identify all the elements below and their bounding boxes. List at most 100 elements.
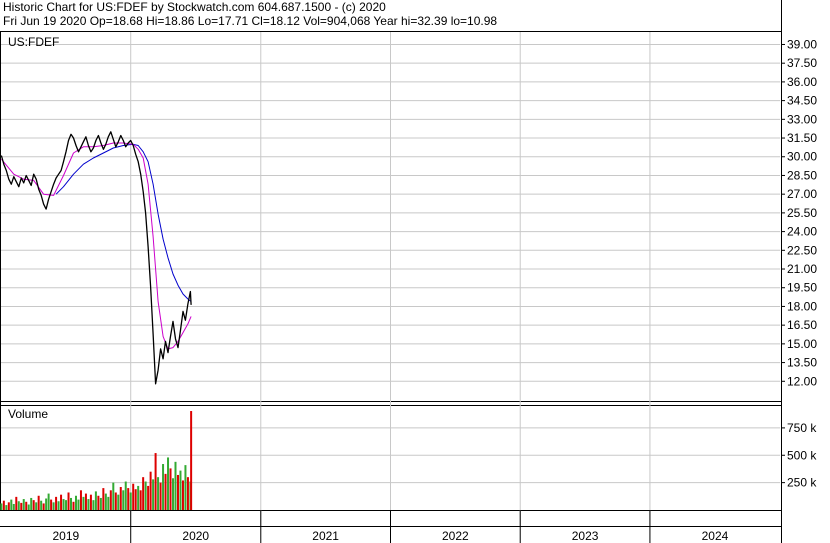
volume-bar bbox=[190, 411, 193, 510]
year-label: 2020 bbox=[182, 529, 209, 543]
volume-bar bbox=[117, 494, 120, 510]
volume-bar bbox=[2, 500, 5, 510]
volume-bar bbox=[179, 470, 182, 510]
volume-bar bbox=[7, 502, 10, 510]
volume-bar bbox=[15, 496, 18, 510]
volume-bar bbox=[186, 477, 189, 510]
year-label: 2021 bbox=[312, 529, 339, 543]
volume-bar bbox=[99, 497, 102, 510]
volume-bar bbox=[60, 494, 63, 510]
volume-bar bbox=[137, 485, 140, 510]
volume-bar bbox=[89, 494, 92, 510]
price-tick-label: 33.00 bbox=[787, 112, 817, 126]
volume-bar bbox=[25, 501, 28, 510]
price-tick-label: 18.00 bbox=[787, 299, 817, 313]
volume-tick-label: 500 k bbox=[787, 448, 817, 462]
volume-bar bbox=[47, 493, 50, 510]
volume-bar bbox=[37, 495, 40, 510]
price-tick-label: 30.00 bbox=[787, 150, 817, 164]
volume-tick-label: 250 k bbox=[787, 476, 817, 490]
volume-bar bbox=[109, 490, 112, 510]
volume-panel-label: Volume bbox=[8, 407, 48, 421]
axis-ticks: 39.00 37.50 36.00 34.50 33.00 31.50 30.00 28.50… bbox=[781, 37, 817, 490]
volume-bar bbox=[79, 490, 82, 510]
volume-bar bbox=[57, 501, 60, 510]
price-tick-label: 16.50 bbox=[787, 318, 817, 332]
volume-bar bbox=[104, 493, 107, 510]
volume-bar bbox=[157, 477, 160, 510]
volume-bar bbox=[67, 492, 70, 510]
volume-bar bbox=[10, 499, 13, 510]
volume-bar bbox=[147, 485, 150, 510]
volume-bar bbox=[62, 499, 65, 510]
volume-bar bbox=[72, 501, 75, 510]
volume-bar bbox=[92, 500, 95, 510]
price-tick-label: 31.50 bbox=[787, 131, 817, 145]
price-tick-label: 36.00 bbox=[787, 75, 817, 89]
volume-tick-label: 750 k bbox=[787, 421, 817, 435]
volume-bar bbox=[144, 481, 147, 510]
price-tick-label: 34.50 bbox=[787, 94, 817, 108]
volume-bar bbox=[162, 464, 165, 510]
volume-bar bbox=[87, 499, 90, 510]
volume-bar bbox=[124, 481, 127, 510]
price-tick-label: 22.50 bbox=[787, 243, 817, 257]
price-tick-label: 27.00 bbox=[787, 187, 817, 201]
volume-bar bbox=[70, 497, 73, 510]
volume-bar bbox=[27, 504, 30, 510]
volume-bar bbox=[134, 489, 137, 510]
volume-bar bbox=[159, 482, 162, 510]
volume-bar bbox=[132, 483, 135, 510]
price-tick-label: 25.50 bbox=[787, 206, 817, 220]
volume-bar bbox=[122, 490, 125, 510]
price-tick-label: 37.50 bbox=[787, 56, 817, 70]
volume-bar bbox=[169, 468, 172, 510]
volume-bar bbox=[139, 490, 142, 510]
volume-bar bbox=[20, 502, 23, 510]
volume-bar bbox=[50, 499, 53, 510]
year-label: 2022 bbox=[442, 529, 469, 543]
year-label: 2024 bbox=[702, 529, 729, 543]
price-tick-label: 12.00 bbox=[787, 374, 817, 388]
volume-bar bbox=[181, 480, 184, 510]
volume-bar bbox=[77, 499, 80, 510]
volume-bar bbox=[30, 497, 33, 510]
volume-bar bbox=[174, 461, 177, 510]
volume-bar bbox=[84, 493, 87, 510]
volume-bar bbox=[17, 501, 20, 510]
price-tick-label: 15.00 bbox=[787, 337, 817, 351]
volume-bar bbox=[42, 503, 45, 510]
volume-bar bbox=[152, 479, 155, 510]
price-tick-label: 39.00 bbox=[787, 37, 817, 51]
volume-bar bbox=[45, 498, 48, 510]
price-tick-label: 28.50 bbox=[787, 168, 817, 182]
volume-bar bbox=[129, 492, 132, 510]
volume-bar bbox=[176, 474, 179, 510]
volume-bar bbox=[112, 482, 115, 510]
volume-bar bbox=[119, 487, 122, 510]
volume-bar bbox=[82, 496, 85, 510]
volume-bar bbox=[164, 473, 167, 510]
volume-bar bbox=[114, 492, 117, 510]
volume-bar bbox=[35, 502, 38, 510]
volume-bar bbox=[167, 457, 170, 510]
price-tick-label: 13.50 bbox=[787, 356, 817, 370]
volume-bar bbox=[5, 505, 8, 510]
volume-bar bbox=[65, 500, 68, 510]
volume-bar bbox=[172, 478, 175, 510]
volume-bar bbox=[142, 477, 145, 510]
volume-bar bbox=[94, 491, 97, 510]
volume-bar bbox=[52, 502, 55, 510]
volume-bar bbox=[0, 503, 3, 510]
volume-bar bbox=[97, 495, 100, 510]
price-tick-label: 24.00 bbox=[787, 225, 817, 239]
stock-chart: 39.00 37.50 36.00 34.50 33.00 31.50 30.00 28.50… bbox=[0, 0, 817, 543]
year-label: 2023 bbox=[572, 529, 599, 543]
volume-bar bbox=[154, 453, 157, 510]
volume-bar bbox=[74, 495, 77, 510]
volume-bar bbox=[107, 496, 110, 510]
volume-bar bbox=[184, 465, 187, 510]
volume-bar bbox=[102, 488, 105, 510]
volume-bar bbox=[40, 500, 43, 510]
volume-bar bbox=[149, 471, 152, 510]
